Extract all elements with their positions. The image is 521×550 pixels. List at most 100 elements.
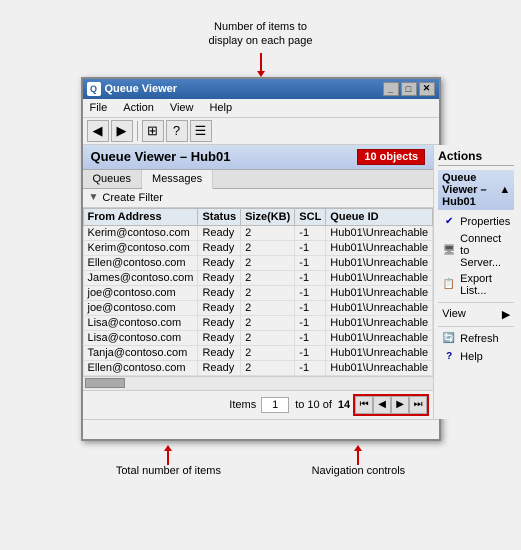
actions-title: Actions bbox=[438, 149, 514, 166]
menu-help[interactable]: Help bbox=[206, 101, 235, 115]
back-button[interactable]: ◀ bbox=[87, 120, 109, 142]
table-cell-6-2: 2 bbox=[241, 315, 295, 330]
table-cell-2-0: Ellen@contoso.com bbox=[83, 255, 198, 270]
table-cell-5-3: -1 bbox=[295, 300, 326, 315]
table-cell-0-1: Ready bbox=[198, 225, 241, 240]
table-cell-0-4: Hub01\Unreachable bbox=[326, 225, 433, 240]
tab-queues[interactable]: Queues bbox=[83, 170, 143, 188]
table-cell-2-1: Ready bbox=[198, 255, 241, 270]
page-input[interactable] bbox=[261, 397, 289, 413]
col-from[interactable]: From Address bbox=[83, 208, 198, 225]
action-refresh[interactable]: 🔄 Refresh bbox=[438, 330, 514, 348]
table-cell-4-3: -1 bbox=[295, 285, 326, 300]
table-cell-6-1: Ready bbox=[198, 315, 241, 330]
title-bar-left: Q Queue Viewer bbox=[87, 82, 178, 96]
maximize-button[interactable]: □ bbox=[401, 82, 417, 96]
nav-last-button[interactable]: ⏭ bbox=[409, 396, 427, 414]
actions-separator-1 bbox=[438, 302, 514, 303]
menu-action[interactable]: Action bbox=[120, 101, 157, 115]
menu-view[interactable]: View bbox=[167, 101, 197, 115]
table-cell-8-0: Tanja@contoso.com bbox=[83, 345, 198, 360]
table-row[interactable]: Kerim@contoso.comReady2-1Hub01\Unreachab… bbox=[83, 225, 433, 240]
table-cell-7-0: Lisa@contoso.com bbox=[83, 330, 198, 345]
scrollbar-thumb[interactable] bbox=[85, 378, 125, 388]
menu-file[interactable]: File bbox=[87, 101, 111, 115]
toolbar-separator-1 bbox=[137, 121, 138, 141]
table-cell-6-3: -1 bbox=[295, 315, 326, 330]
table-cell-1-1: Ready bbox=[198, 240, 241, 255]
table-row[interactable]: Ellen@contoso.comReady2-1Hub01\Unreachab… bbox=[83, 360, 433, 375]
top-annotation-text: Number of items to display on each page bbox=[209, 20, 313, 49]
connect-icon: 🖥 bbox=[442, 244, 456, 258]
action-properties[interactable]: ✔ Properties bbox=[438, 213, 514, 231]
action-properties-label: Properties bbox=[460, 216, 510, 228]
filter-icon: ▼ bbox=[89, 192, 99, 203]
table-row[interactable]: James@contoso.comReady2-1Hub01\Unreachab… bbox=[83, 270, 433, 285]
forward-button[interactable]: ▶ bbox=[111, 120, 133, 142]
minimize-button[interactable]: _ bbox=[383, 82, 399, 96]
right-panel: Actions Queue Viewer – Hub01 ▲ ✔ Propert… bbox=[434, 145, 518, 419]
table-cell-8-1: Ready bbox=[198, 345, 241, 360]
window-title: Queue Viewer bbox=[105, 83, 178, 95]
table-row[interactable]: Ellen@contoso.comReady2-1Hub01\Unreachab… bbox=[83, 255, 433, 270]
close-button[interactable]: ✕ bbox=[419, 82, 435, 96]
tab-messages[interactable]: Messages bbox=[142, 170, 213, 189]
help-action-icon: ? bbox=[442, 350, 456, 364]
table-cell-6-0: Lisa@contoso.com bbox=[83, 315, 198, 330]
table-header-row: From Address Status Size(KB) SCL Queue I… bbox=[83, 208, 433, 225]
table-cell-7-4: Hub01\Unreachable bbox=[326, 330, 433, 345]
section-chevron-icon: ▲ bbox=[499, 184, 510, 196]
table-row[interactable]: Kerim@contoso.comReady2-1Hub01\Unreachab… bbox=[83, 240, 433, 255]
nav-next-button[interactable]: ▶ bbox=[391, 396, 409, 414]
table-row[interactable]: Lisa@contoso.comReady2-1Hub01\Unreachabl… bbox=[83, 315, 433, 330]
action-connect[interactable]: 🖥 Connect to Server... bbox=[438, 231, 514, 271]
menu-bar: File Action View Help bbox=[83, 99, 439, 118]
table-cell-2-2: 2 bbox=[241, 255, 295, 270]
actions-separator-2 bbox=[438, 326, 514, 327]
objects-badge: 10 objects bbox=[357, 149, 425, 165]
page-info: to 10 of bbox=[295, 399, 332, 411]
table-cell-7-2: 2 bbox=[241, 330, 295, 345]
nav-first-button[interactable]: ⏮ bbox=[355, 396, 373, 414]
col-size[interactable]: Size(KB) bbox=[241, 208, 295, 225]
nav-annotation-text: Navigation controls bbox=[312, 465, 406, 477]
help-button[interactable]: ? bbox=[166, 120, 188, 142]
table-cell-1-2: 2 bbox=[241, 240, 295, 255]
table-cell-9-3: -1 bbox=[295, 360, 326, 375]
table-cell-7-3: -1 bbox=[295, 330, 326, 345]
horizontal-scrollbar[interactable] bbox=[83, 376, 434, 390]
refresh-icon: 🔄 bbox=[442, 332, 456, 346]
view-chevron-icon: ▶ bbox=[502, 308, 510, 321]
filter-bar: ▼ Create Filter bbox=[83, 189, 434, 208]
main-area: Queue Viewer – Hub01 10 objects Queues M… bbox=[83, 145, 439, 419]
col-status[interactable]: Status bbox=[198, 208, 241, 225]
table-cell-3-2: 2 bbox=[241, 270, 295, 285]
filter-label[interactable]: Create Filter bbox=[102, 192, 163, 204]
table-cell-0-3: -1 bbox=[295, 225, 326, 240]
top-annotation: Number of items to display on each page bbox=[209, 20, 313, 77]
table-cell-5-2: 2 bbox=[241, 300, 295, 315]
action-export[interactable]: 📋 Export List... bbox=[438, 271, 514, 299]
window-icon: Q bbox=[87, 82, 101, 96]
actions-section-label: Queue Viewer – Hub01 bbox=[442, 172, 499, 208]
view-menu-item[interactable]: View ▶ bbox=[438, 306, 514, 323]
nav-prev-button[interactable]: ◀ bbox=[373, 396, 391, 414]
table-row[interactable]: Lisa@contoso.comReady2-1Hub01\Unreachabl… bbox=[83, 330, 433, 345]
grid-button[interactable]: ⊞ bbox=[142, 120, 164, 142]
col-queue[interactable]: Queue ID bbox=[326, 208, 433, 225]
menu-button[interactable]: ☰ bbox=[190, 120, 212, 142]
table-cell-2-4: Hub01\Unreachable bbox=[326, 255, 433, 270]
window: Q Queue Viewer _ □ ✕ File Action View He… bbox=[81, 77, 441, 441]
table-row[interactable]: Tanja@contoso.comReady2-1Hub01\Unreachab… bbox=[83, 345, 433, 360]
table-cell-8-4: Hub01\Unreachable bbox=[326, 345, 433, 360]
toolbar: ◀ ▶ ⊞ ? ☰ bbox=[83, 118, 439, 145]
table-row[interactable]: joe@contoso.comReady2-1Hub01\Unreachable bbox=[83, 285, 433, 300]
tabs: Queues Messages bbox=[83, 170, 434, 189]
table-row[interactable]: joe@contoso.comReady2-1Hub01\Unreachable bbox=[83, 300, 433, 315]
table-cell-8-2: 2 bbox=[241, 345, 295, 360]
nav-arrow-line bbox=[357, 451, 359, 465]
col-scl[interactable]: SCL bbox=[295, 208, 326, 225]
action-help[interactable]: ? Help bbox=[438, 348, 514, 366]
table-cell-5-1: Ready bbox=[198, 300, 241, 315]
data-table: From Address Status Size(KB) SCL Queue I… bbox=[83, 208, 434, 376]
